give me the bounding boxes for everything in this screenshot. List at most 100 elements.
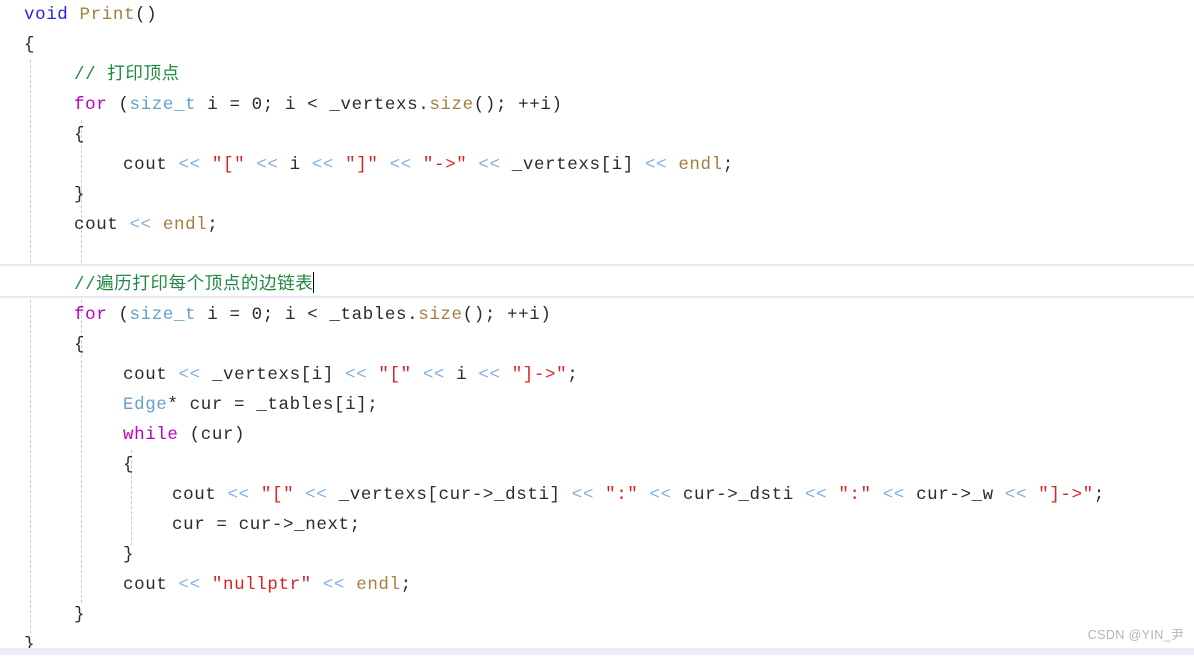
- code-line-7[interactable]: }: [0, 180, 1194, 210]
- sp: [201, 575, 212, 595]
- expr-tables-i: _tables[i]: [256, 395, 368, 415]
- stream-operator: <<: [422, 365, 446, 385]
- expr-vertexs-cur-dsti: _vertexs[cur->_dsti]: [338, 485, 561, 505]
- sp: [594, 485, 605, 505]
- close-brace: }: [74, 185, 86, 205]
- csdn-watermark: CSDN @YIN_尹: [1087, 628, 1184, 642]
- stream-endl: endl: [678, 155, 723, 175]
- string-literal-open-bracket: "[": [378, 365, 412, 385]
- stream-operator: <<: [178, 365, 201, 385]
- stream-operator: <<: [882, 485, 905, 505]
- stream-operator: <<: [345, 365, 368, 385]
- comment-print-vertices: // 打印顶点: [74, 65, 180, 85]
- sp: [1027, 485, 1038, 505]
- code-line-10[interactable]: //遍历打印每个顶点的边链表: [0, 270, 1194, 300]
- sp: [672, 485, 683, 505]
- expr-cur-next: cur->_next: [238, 515, 350, 535]
- open-brace: {: [123, 455, 135, 475]
- keyword-while: while: [123, 425, 179, 445]
- code-line-16[interactable]: {: [0, 450, 1194, 480]
- sp: [994, 485, 1005, 505]
- code-content[interactable]: void Print() { // 打印顶点 for (size_t i = 0…: [0, 0, 1194, 660]
- semicolon: ;: [207, 215, 219, 235]
- stream-operator: <<: [804, 485, 828, 505]
- sp: (: [107, 95, 130, 115]
- sp: [872, 485, 883, 505]
- var-cur: cur: [189, 395, 223, 415]
- sp: [294, 485, 305, 505]
- code-line-20[interactable]: cout << "nullptr" << endl;: [0, 570, 1194, 600]
- string-literal-close-arrow: "]->": [511, 365, 568, 385]
- stream-operator: <<: [571, 485, 594, 505]
- stream-operator: <<: [178, 155, 201, 175]
- stream-cout: cout: [123, 365, 168, 385]
- code-line-11[interactable]: for (size_t i = 0; i < _tables.size(); +…: [0, 300, 1194, 330]
- code-line-1[interactable]: void Print(): [0, 0, 1194, 30]
- stream-operator: <<: [311, 155, 335, 175]
- keyword-for: for: [74, 305, 108, 325]
- sp: [638, 485, 649, 505]
- code-line-9-blank[interactable]: [0, 240, 1194, 270]
- semicolon: ;: [400, 575, 412, 595]
- code-line-19[interactable]: }: [0, 540, 1194, 570]
- sp: [561, 485, 572, 505]
- stream-operator: <<: [227, 485, 250, 505]
- keyword-void: void: [24, 5, 69, 25]
- sp: [501, 365, 512, 385]
- sp: [467, 155, 478, 175]
- stream-endl: endl: [162, 215, 208, 235]
- comment-traverse-edge-lists: //遍历打印每个顶点的边链表: [74, 275, 314, 295]
- code-line-12[interactable]: {: [0, 330, 1194, 360]
- semicolon: ;: [1093, 485, 1105, 505]
- expr-cur-dsti: cur->_dsti: [682, 485, 794, 505]
- string-literal-nullptr: "nullptr": [211, 575, 312, 595]
- method-size: size: [429, 95, 474, 115]
- sp: [167, 365, 178, 385]
- stream-cout: cout: [123, 575, 168, 595]
- lt-op: <: [307, 305, 319, 325]
- code-line-21[interactable]: }: [0, 600, 1194, 630]
- stream-operator: <<: [478, 155, 501, 175]
- sp: [179, 395, 190, 415]
- type-size-t: size_t: [129, 305, 197, 325]
- sp: [179, 425, 190, 445]
- code-line-8[interactable]: cout << endl;: [0, 210, 1194, 240]
- code-line-2[interactable]: {: [0, 30, 1194, 60]
- sp: [167, 575, 178, 595]
- sp: [378, 155, 389, 175]
- var-cur: cur: [172, 515, 206, 535]
- code-line-13[interactable]: cout << _vertexs[i] << "[" << i << "]->"…: [0, 360, 1194, 390]
- code-line-17[interactable]: cout << "[" << _vertexs[cur->_dsti] << "…: [0, 480, 1194, 510]
- sp: [334, 365, 345, 385]
- sp: [412, 155, 423, 175]
- loop-obj: _tables.: [318, 305, 419, 325]
- code-line-14[interactable]: Edge* cur = _tables[i];: [0, 390, 1194, 420]
- var-i: i: [445, 365, 479, 385]
- code-line-4[interactable]: for (size_t i = 0; i < _vertexs.size(); …: [0, 90, 1194, 120]
- code-line-15[interactable]: while (cur): [0, 420, 1194, 450]
- expr-cur-w: cur->_w: [916, 485, 994, 505]
- code-line-18[interactable]: cur = cur->_next;: [0, 510, 1194, 540]
- sp: [216, 485, 227, 505]
- sp: [334, 155, 345, 175]
- stream-cout: cout: [74, 215, 119, 235]
- code-line-6[interactable]: cout << "[" << i << "]" << "->" << _vert…: [0, 150, 1194, 180]
- sp: [201, 365, 212, 385]
- string-literal-arrow: "->": [422, 155, 468, 175]
- string-literal-close-arrow: "]->": [1038, 485, 1094, 505]
- open-brace: {: [74, 335, 86, 355]
- var-i: i: [278, 155, 312, 175]
- sp: [152, 215, 163, 235]
- stream-operator: <<: [256, 155, 279, 175]
- code-editor-canvas: void Print() { // 打印顶点 for (size_t i = 0…: [0, 0, 1194, 655]
- sp: [794, 485, 805, 505]
- code-line-5[interactable]: {: [0, 120, 1194, 150]
- code-line-22[interactable]: }: [0, 630, 1194, 660]
- type-size-t: size_t: [129, 95, 197, 115]
- code-line-3[interactable]: // 打印顶点: [0, 60, 1194, 90]
- semicolon: ;: [367, 395, 379, 415]
- sp: [345, 575, 356, 595]
- stream-operator: <<: [305, 485, 328, 505]
- stream-endl: endl: [356, 575, 401, 595]
